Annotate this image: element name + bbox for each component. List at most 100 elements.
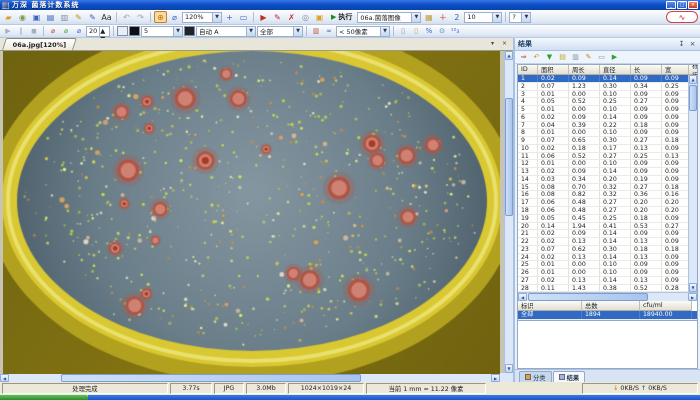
- chevron-down-icon[interactable]: ▼: [246, 27, 255, 36]
- column-header-2[interactable]: 周长: [569, 65, 600, 75]
- zoom-tool-icon[interactable]: ⌀: [168, 11, 181, 23]
- copy-icon[interactable]: ▥: [570, 52, 581, 63]
- column-header-1[interactable]: 面积: [538, 65, 569, 75]
- table-row[interactable]: 90.070.650.300.270.181: [518, 137, 688, 145]
- size-filter-select[interactable]: < 50像素▼: [336, 26, 390, 37]
- open-icon[interactable]: ▰: [2, 11, 15, 23]
- column-header-0[interactable]: ID: [518, 65, 538, 75]
- foreground-color-swatch[interactable]: [129, 26, 140, 36]
- table-row[interactable]: 120.010.000.100.090.091: [518, 160, 688, 168]
- pen-size-select[interactable]: 10▼: [464, 12, 502, 23]
- pin-icon[interactable]: ↧: [677, 40, 686, 49]
- percent-icon[interactable]: %: [423, 26, 435, 37]
- table-scroll-left-icon[interactable]: ◀: [518, 293, 527, 301]
- table-row[interactable]: 20.071.230.300.340.251: [518, 83, 688, 91]
- chevron-down-icon[interactable]: ▼: [173, 27, 182, 36]
- scroll-down-icon[interactable]: ▼: [505, 364, 513, 373]
- pen2-icon[interactable]: 2: [450, 11, 463, 23]
- table-row[interactable]: 60.020.090.140.090.091: [518, 114, 688, 122]
- acquire-icon[interactable]: ◉: [16, 11, 29, 23]
- close-button[interactable]: ×: [688, 1, 698, 9]
- apply-icon[interactable]: ▶: [609, 52, 620, 63]
- table-row[interactable]: 130.020.090.140.090.091: [518, 168, 688, 176]
- minimize-button[interactable]: _: [666, 1, 676, 9]
- summary-column-header-2[interactable]: cfu/ml: [640, 301, 692, 311]
- calibrate-icon[interactable]: ▣: [313, 11, 326, 23]
- table-row[interactable]: 70.040.390.220.180.092: [518, 122, 688, 130]
- tab-menu-icon[interactable]: ▾: [488, 39, 497, 48]
- scroll-up-icon[interactable]: ▲: [505, 51, 513, 60]
- image-vscroll-thumb[interactable]: [505, 98, 513, 216]
- petri-dish-image[interactable]: [3, 51, 500, 374]
- table-row[interactable]: 270.020.130.140.130.091: [518, 277, 688, 285]
- report-icon[interactable]: ▤: [557, 52, 568, 63]
- fit-window-icon[interactable]: ▭: [237, 11, 250, 23]
- edit-icon[interactable]: ✎: [583, 52, 594, 63]
- new-doc-icon[interactable]: ▯: [397, 26, 409, 37]
- background-color-swatch[interactable]: [117, 26, 128, 36]
- overlap-circles-icon[interactable]: ⊙: [436, 26, 448, 37]
- palette-icon[interactable]: ▦: [422, 11, 435, 23]
- table-row[interactable]: 190.050.450.250.180.092: [518, 215, 688, 223]
- table-row[interactable]: 30.010.000.100.090.091: [518, 91, 688, 99]
- zoom-blue-icon[interactable]: ⌀: [73, 26, 85, 37]
- summary-row[interactable]: 全部189418940.00: [518, 311, 698, 320]
- table-row[interactable]: 230.070.620.300.180.181: [518, 246, 688, 254]
- title-bar[interactable]: 万深 菌落计数系统 _ □ ×: [0, 0, 700, 10]
- panel-close-icon[interactable]: ×: [688, 40, 697, 49]
- table-vscroll-thumb[interactable]: [689, 85, 697, 111]
- table-row[interactable]: 180.060.480.270.200.201: [518, 207, 688, 215]
- save-icon[interactable]: ▣: [30, 11, 43, 23]
- mode-select[interactable]: 自动 A▼: [196, 26, 256, 37]
- maximize-button[interactable]: □: [677, 1, 687, 9]
- settings-icon[interactable]: ◎: [299, 11, 312, 23]
- table-row[interactable]: 10.020.090.140.090.091: [518, 75, 688, 83]
- table-hscroll-thumb[interactable]: [528, 293, 648, 301]
- chevron-down-icon[interactable]: ▼: [212, 13, 221, 22]
- tab-close-icon[interactable]: ×: [500, 39, 509, 48]
- redo-icon[interactable]: ↷: [134, 11, 147, 23]
- table-row[interactable]: 40.050.520.250.270.092: [518, 98, 688, 106]
- scroll-right-icon[interactable]: ▶: [491, 374, 500, 382]
- spin-up-icon[interactable]: ▲: [100, 27, 106, 35]
- print-icon[interactable]: ▥: [58, 11, 71, 23]
- table-scroll-up-icon[interactable]: ▲: [689, 75, 697, 84]
- table-row[interactable]: 250.010.000.100.090.091: [518, 261, 688, 269]
- hand-tool-icon[interactable]: ⊕: [154, 11, 167, 23]
- annotate-icon[interactable]: ✎: [86, 11, 99, 23]
- panel-tab-分类[interactable]: 分类: [519, 371, 552, 382]
- play-icon[interactable]: ▶: [2, 26, 14, 37]
- table-scroll-right-icon[interactable]: ▶: [688, 293, 697, 301]
- undo-icon[interactable]: ↶: [120, 11, 133, 23]
- numbering-icon[interactable]: ¹²₃: [449, 26, 461, 37]
- marker-edit-icon[interactable]: ✎: [271, 11, 284, 23]
- select-rect-icon[interactable]: ▭: [596, 52, 607, 63]
- chevron-down-icon[interactable]: ▼: [293, 27, 302, 36]
- table-horizontal-scrollbar[interactable]: ◀ ▶: [518, 292, 697, 301]
- table-row[interactable]: 160.080.820.320.360.162: [518, 191, 688, 199]
- table-row[interactable]: 280.111.430.380.520.281: [518, 285, 688, 293]
- add-red-icon[interactable]: ＋: [436, 11, 449, 23]
- capture-icon[interactable]: ◼: [28, 26, 40, 37]
- column-header-4[interactable]: 长: [631, 65, 662, 75]
- table-row[interactable]: 240.020.130.140.130.091: [518, 254, 688, 262]
- table-scroll-down-icon[interactable]: ▼: [689, 283, 697, 292]
- zoom-green-icon[interactable]: ⌀: [60, 26, 72, 37]
- zoom-level-select[interactable]: 120%▼: [182, 12, 222, 23]
- marker-delete-icon[interactable]: ✗: [285, 11, 298, 23]
- panel-tab-结果[interactable]: 结果: [553, 371, 586, 382]
- table-row[interactable]: 170.060.480.270.200.201: [518, 199, 688, 207]
- image-hscroll-thumb[interactable]: [61, 374, 361, 382]
- start-button[interactable]: [0, 395, 88, 400]
- export-icon[interactable]: ⇒: [518, 52, 529, 63]
- image-vertical-scrollbar[interactable]: ▲ ▼: [504, 51, 513, 373]
- summary-column-header-0[interactable]: 标识: [518, 301, 582, 311]
- table-row[interactable]: 110.060.520.270.250.132: [518, 153, 688, 161]
- pause-icon[interactable]: ‖: [15, 26, 27, 37]
- document-tab[interactable]: 06a.jpg[120%]: [2, 38, 77, 50]
- table-row[interactable]: 50.010.000.100.090.091: [518, 106, 688, 114]
- line-width-select[interactable]: 5▼: [141, 26, 183, 37]
- text-label-icon[interactable]: Aa: [100, 11, 113, 23]
- column-header-3[interactable]: 直径: [600, 65, 631, 75]
- table-row[interactable]: 150.080.700.320.270.181: [518, 184, 688, 192]
